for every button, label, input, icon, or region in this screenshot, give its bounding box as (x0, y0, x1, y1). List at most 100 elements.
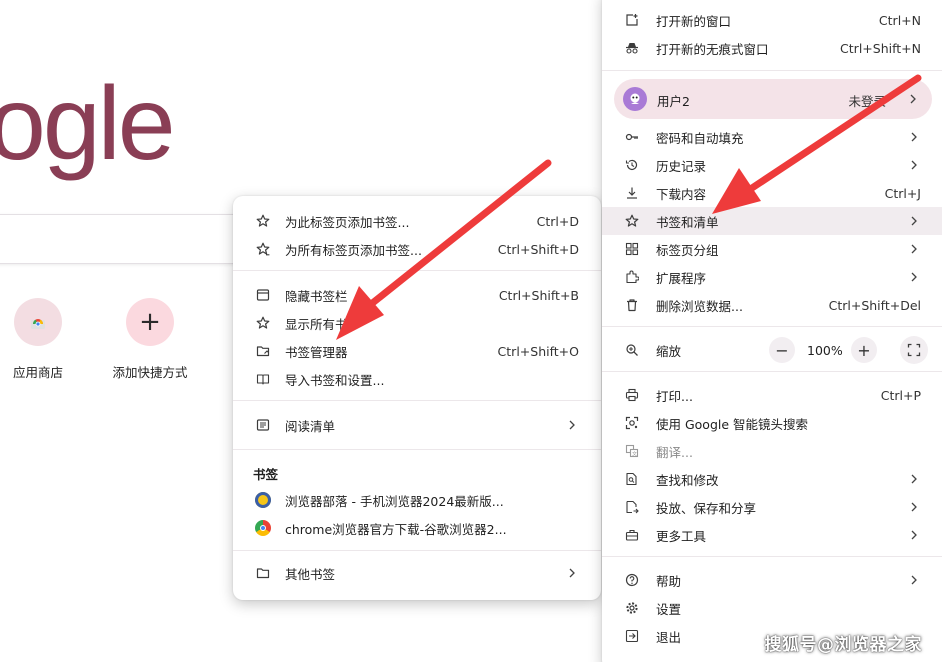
chrome-web-store-icon (14, 298, 62, 346)
chevron-right-icon (911, 474, 917, 484)
printer-icon (624, 387, 640, 403)
item-label: 其他书签 (285, 566, 336, 582)
tab-groups-item[interactable]: 标签页分组 (602, 235, 942, 263)
item-label: 下载内容 (656, 186, 707, 202)
other-bookmarks-item[interactable]: 其他书签 (233, 559, 601, 587)
download-icon (624, 185, 640, 201)
item-label: 使用 Google 智能镜头搜索 (656, 416, 809, 432)
shortcut-add[interactable]: + 添加快捷方式 (100, 298, 200, 381)
item-label: 打开新的窗口 (656, 13, 732, 29)
zoom-in-button[interactable]: + (851, 337, 877, 363)
divider (602, 556, 942, 557)
incognito-icon (624, 40, 640, 56)
item-label: 隐藏书签栏 (285, 288, 348, 304)
google-logo: ogle (0, 66, 176, 182)
item-label: 翻译... (656, 444, 693, 460)
item-shortcut: Ctrl+Shift+D (497, 241, 579, 257)
downloads-item[interactable]: 下载内容 Ctrl+J (602, 179, 942, 207)
zoom-out-button[interactable]: − (769, 337, 795, 363)
incognito-window-item[interactable]: 打开新的无痕式窗口 Ctrl+Shift+N (602, 34, 942, 62)
bookmark-manager-item[interactable]: 书签管理器 Ctrl+Shift+O (233, 337, 601, 365)
fullscreen-button[interactable] (900, 336, 928, 364)
key-icon (624, 129, 640, 145)
profile-status: 未登录 (848, 94, 886, 109)
passwords-item[interactable]: 密码和自动填充 (602, 123, 942, 151)
item-label: 扩展程序 (656, 270, 707, 286)
item-label: 显示所有书 (285, 316, 348, 332)
zoom-icon (624, 342, 640, 358)
chrome-main-menu: 打开新的窗口 Ctrl+N 打开新的无痕式窗口 Ctrl+Shift+N 用户2… (602, 0, 942, 662)
add-bookmark-item[interactable]: 为此标签页添加书签... Ctrl+D (233, 207, 601, 235)
item-shortcut: Ctrl+J (884, 185, 921, 201)
item-label: 退出 (656, 629, 682, 645)
item-label: 历史记录 (656, 158, 707, 174)
reading-list-item[interactable]: 阅读清单 (233, 411, 601, 439)
chevron-right-icon (911, 575, 917, 585)
trash-icon (624, 297, 640, 313)
print-item[interactable]: 打印... Ctrl+P (602, 381, 942, 409)
item-label: 设置 (656, 601, 682, 617)
show-all-bookmarks-item[interactable]: 显示所有书 (233, 309, 601, 337)
hide-bookmarks-bar-item[interactable]: 隐藏书签栏 Ctrl+Shift+B (233, 281, 601, 309)
divider (233, 550, 601, 551)
chevron-right-icon (569, 420, 575, 430)
bookmarks-lists-item[interactable]: 书签和清单 (602, 207, 942, 235)
item-label: 浏览器部落 - 手机浏览器2024最新版... (285, 493, 504, 509)
svg-text:文: 文 (632, 451, 637, 458)
item-label: 书签管理器 (285, 344, 348, 360)
more-tools-item[interactable]: 更多工具 (602, 521, 942, 549)
import-bookmarks-item[interactable]: 导入书签和设置... (233, 365, 601, 393)
item-shortcut: Ctrl+Shift+N (840, 40, 921, 56)
extensions-item[interactable]: 扩展程序 (602, 263, 942, 291)
translate-icon: 文 (624, 443, 640, 459)
bookmarks-submenu: 为此标签页添加书签... Ctrl+D 为所有标签页添加书签... Ctrl+S… (233, 196, 601, 600)
bookmark-link-item[interactable]: 浏览器部落 - 手机浏览器2024最新版... (233, 486, 601, 514)
divider (602, 70, 942, 71)
translate-item[interactable]: 文 翻译... (602, 437, 942, 465)
search-box[interactable] (0, 214, 270, 264)
reading-list-icon (255, 417, 271, 433)
divider (233, 449, 601, 450)
item-label: 查找和修改 (656, 472, 719, 488)
cast-save-share-item[interactable]: 投放、保存和分享 (602, 493, 942, 521)
help-icon (624, 572, 640, 588)
book-import-icon (255, 371, 271, 387)
watermark: 搜狐号@浏览器之家 (764, 635, 922, 655)
item-shortcut: Ctrl+Shift+B (498, 287, 579, 303)
item-label: 标签页分组 (656, 242, 719, 258)
google-lens-item[interactable]: 使用 Google 智能镜头搜索 (602, 409, 942, 437)
zoom-level: 100% (807, 343, 843, 358)
star-stack-icon (255, 241, 271, 257)
star-outline-icon (255, 315, 271, 331)
toolbox-icon (624, 527, 640, 543)
find-page-icon (624, 471, 640, 487)
settings-item[interactable]: 设置 (602, 594, 942, 622)
shortcut-label: 应用商店 (12, 365, 63, 380)
new-window-item[interactable]: 打开新的窗口 Ctrl+N (602, 6, 942, 34)
item-label: 投放、保存和分享 (656, 500, 757, 516)
help-item[interactable]: 帮助 (602, 566, 942, 594)
chrome-favicon-icon (255, 520, 271, 536)
clear-browsing-data-item[interactable]: 删除浏览数据... Ctrl+Shift+Del (602, 291, 942, 319)
history-item[interactable]: 历史记录 (602, 151, 942, 179)
chevron-right-icon (911, 132, 917, 142)
bookmark-link-item[interactable]: chrome浏览器官方下载-谷歌浏览器2... (233, 514, 601, 542)
find-edit-item[interactable]: 查找和修改 (602, 465, 942, 493)
divider (602, 371, 942, 372)
item-label: 书签和清单 (656, 214, 719, 230)
bookmark-all-tabs-item[interactable]: 为所有标签页添加书签... Ctrl+Shift+D (233, 235, 601, 263)
chevron-right-icon (911, 502, 917, 512)
item-label: 导入书签和设置... (285, 372, 385, 388)
profile-row[interactable]: 用户2 未登录 (614, 79, 932, 119)
star-outline-icon (624, 213, 640, 229)
chevron-right-icon (569, 568, 575, 578)
avatar (623, 87, 647, 111)
shortcut-app-store[interactable]: 应用商店 (0, 298, 88, 381)
chevron-right-icon (911, 530, 917, 540)
item-shortcut: Ctrl+P (880, 387, 921, 403)
history-icon (624, 157, 640, 173)
item-label: 阅读清单 (285, 418, 336, 434)
bookmarks-section-heading: 书签 (253, 467, 279, 482)
item-shortcut: Ctrl+N (878, 12, 921, 28)
bookmarks-bar-icon (255, 287, 271, 303)
